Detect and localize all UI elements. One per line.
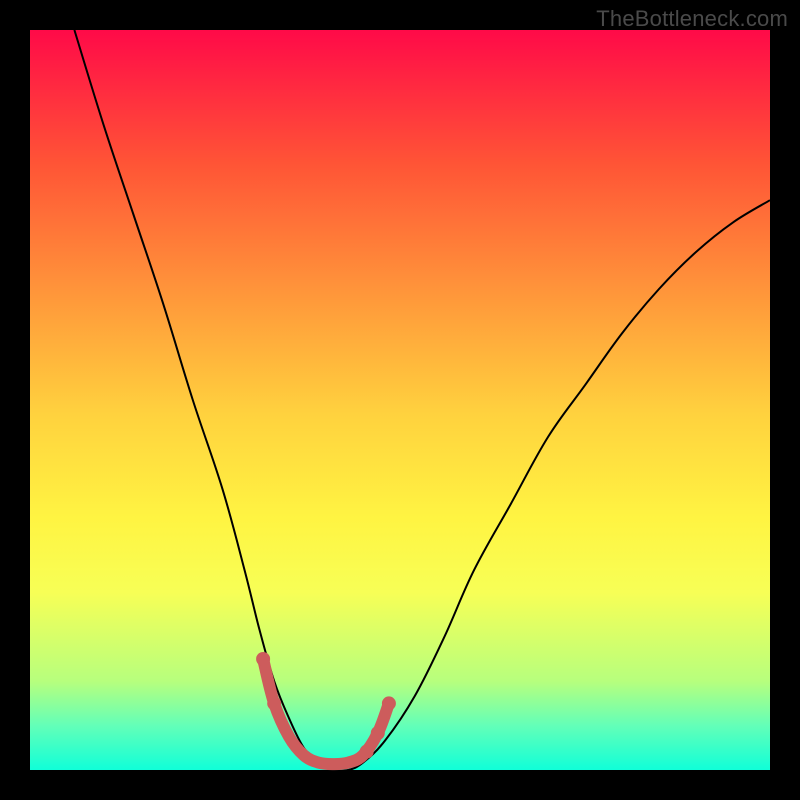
highlight-dot <box>267 696 281 710</box>
bottleneck-chart <box>30 30 770 770</box>
highlight-dot <box>360 745 374 759</box>
highlight-dot <box>371 726 385 740</box>
highlight-dot <box>382 696 396 710</box>
watermark-text: TheBottleneck.com <box>596 6 788 32</box>
bottleneck-curve <box>74 30 770 771</box>
highlight-dot <box>256 652 270 666</box>
